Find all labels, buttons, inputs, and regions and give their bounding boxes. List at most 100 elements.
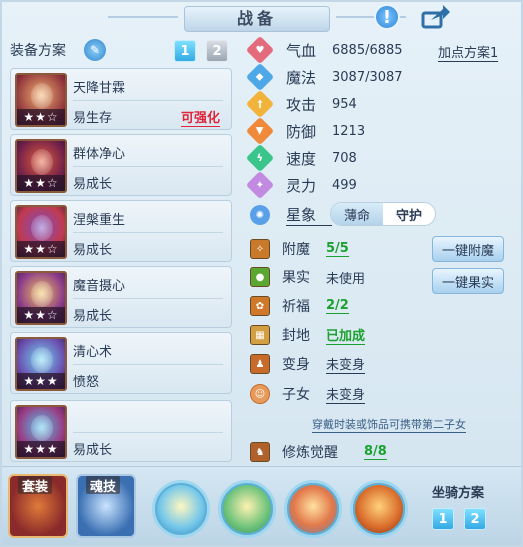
- fruit-icon: ●: [250, 267, 270, 287]
- skill-orb-icon[interactable]: [218, 480, 276, 538]
- second-child-hint[interactable]: 穿戴时装或饰品可携带第二子女: [312, 416, 466, 433]
- feature-value: 未变身: [326, 384, 366, 404]
- awaken-value: 8/8: [364, 444, 387, 460]
- skill-icon: ★★☆: [15, 139, 67, 193]
- skill-orb-icon[interactable]: [152, 480, 210, 538]
- mount-plan-label: 坐骑方案: [432, 486, 485, 501]
- skill-icon: ★★★: [15, 337, 67, 391]
- plan-name: 群体净心: [73, 147, 126, 162]
- plan-tab-2[interactable]: 2: [206, 40, 228, 62]
- stat-row-speed: ϟ 速度 708: [245, 143, 357, 173]
- feature-value: 未变身: [326, 354, 366, 374]
- star-sign-row: ✺ 星象: [245, 200, 332, 230]
- star-rating: ★★☆: [17, 109, 65, 125]
- skill-orb-icon[interactable]: [350, 480, 408, 538]
- plan-type: 易成长: [73, 309, 113, 324]
- exclamation-icon[interactable]: !: [374, 4, 400, 30]
- star-option-1[interactable]: 薄命: [331, 203, 383, 225]
- star-option-2[interactable]: 守护: [383, 203, 435, 225]
- stat-row-spirit: ✦ 灵力 499: [245, 170, 357, 200]
- feature-value: 未使用: [326, 271, 366, 287]
- feature-row-fief: ▦ 封地 已加成: [250, 323, 366, 347]
- feature-label: 果实: [282, 270, 310, 286]
- heart-icon: ♥: [245, 35, 275, 65]
- skill-icon: ★★☆: [15, 271, 67, 325]
- star-rating: ★★★: [17, 373, 65, 389]
- stat-label: 速度: [286, 149, 317, 168]
- feature-value: 2/2: [326, 298, 349, 314]
- skill-icon: ★★★: [15, 405, 67, 459]
- plan-card[interactable]: ★★☆ 群体净心 易成长: [10, 134, 232, 196]
- soul-skill-tab-label: 魂技: [86, 476, 121, 495]
- mount-plan-1[interactable]: 1: [432, 508, 454, 530]
- blessing-icon: ✿: [250, 296, 270, 316]
- one-click-fruit-button[interactable]: 一键果实: [432, 268, 504, 294]
- stat-value: 1213: [332, 123, 366, 139]
- feature-row-blessing: ✿ 祈福 2/2: [250, 294, 349, 318]
- awaken-label: 修炼觉醒: [282, 445, 338, 461]
- feature-label: 附魔: [282, 242, 310, 258]
- stat-label: 魔法: [286, 68, 317, 87]
- stat-row-attack: † 攻击 954: [245, 89, 357, 119]
- children-icon: ☺: [250, 384, 270, 404]
- plan-type: 易生存: [73, 111, 113, 126]
- stat-label: 攻击: [286, 95, 317, 114]
- suit-tab-label: 套装: [18, 476, 53, 495]
- star-rating: ★★★: [17, 441, 65, 457]
- plan-tab-1[interactable]: 1: [174, 40, 196, 62]
- awaken-icon: ♞: [250, 442, 270, 462]
- star-rating: ★★☆: [17, 307, 65, 323]
- plan-type: 易成长: [73, 443, 113, 458]
- stat-value: 499: [332, 177, 357, 193]
- fief-icon: ▦: [250, 325, 270, 345]
- skill-icon: ★★☆: [15, 73, 67, 127]
- feature-value: 已加成: [326, 325, 366, 345]
- enchant-icon: ✧: [250, 239, 270, 259]
- stat-value: 708: [332, 150, 357, 166]
- equip-plan-header: 装备方案: [10, 43, 66, 59]
- mana-icon: ◆: [245, 62, 275, 92]
- stat-value: 954: [332, 96, 357, 112]
- skill-orb-icon[interactable]: [284, 480, 342, 538]
- star-sign-icon: ✺: [245, 200, 275, 230]
- edit-icon[interactable]: ✎: [84, 39, 106, 61]
- lightning-icon: ϟ: [245, 143, 275, 173]
- feature-row-enchant: ✧ 附魔 5/5: [250, 237, 349, 261]
- window-title: 战备: [184, 6, 330, 32]
- star-sign-label: 星象: [286, 204, 332, 226]
- mount-plan-2[interactable]: 2: [464, 508, 486, 530]
- star-rating: ★★☆: [17, 241, 65, 257]
- plan-card[interactable]: ★★☆ 天降甘霖 易生存 可强化: [10, 68, 232, 130]
- feature-row-children: ☺ 子女 未变身: [250, 382, 366, 406]
- one-click-enchant-button[interactable]: 一键附魔: [432, 236, 504, 262]
- stat-label: 防御: [286, 122, 317, 141]
- shield-icon: ▼: [245, 116, 275, 146]
- star-sign-toggle[interactable]: 薄命 守护: [330, 202, 436, 226]
- awaken-row: ♞ 修炼觉醒 8/8: [250, 440, 387, 464]
- feature-label: 子女: [282, 387, 310, 403]
- stat-value: 6885/6885: [332, 42, 403, 58]
- plan-name: 魔音摄心: [73, 279, 126, 294]
- upgrade-link[interactable]: 可强化: [181, 107, 221, 127]
- feature-row-fruit: ● 果实 未使用: [250, 265, 365, 289]
- stat-value: 3087/3087: [332, 69, 403, 85]
- plan-name: 天降甘霖: [73, 81, 126, 96]
- stat-label: 气血: [286, 41, 317, 60]
- plan-card[interactable]: ★★★ 清心术 愤怒: [10, 332, 232, 394]
- feature-label: 封地: [282, 328, 310, 344]
- share-icon[interactable]: [421, 4, 451, 30]
- feature-label: 祈福: [282, 299, 310, 315]
- plan-card[interactable]: ★★★ 易成长: [10, 400, 232, 462]
- sword-icon: †: [245, 89, 275, 119]
- bonus-plan-link[interactable]: 加点方案1: [438, 42, 499, 62]
- plan-card[interactable]: ★★☆ 涅槃重生 易成长: [10, 200, 232, 262]
- plan-name: 清心术: [73, 345, 113, 360]
- title-decoration-left: [108, 16, 178, 18]
- feature-value: 5/5: [326, 241, 349, 257]
- plan-card[interactable]: ★★☆ 魔音摄心 易成长: [10, 266, 232, 328]
- plan-type: 易成长: [73, 243, 113, 258]
- plan-type: 易成长: [73, 177, 113, 192]
- feature-label: 变身: [282, 357, 310, 373]
- star-rating: ★★☆: [17, 175, 65, 191]
- plan-type: 愤怒: [73, 375, 100, 390]
